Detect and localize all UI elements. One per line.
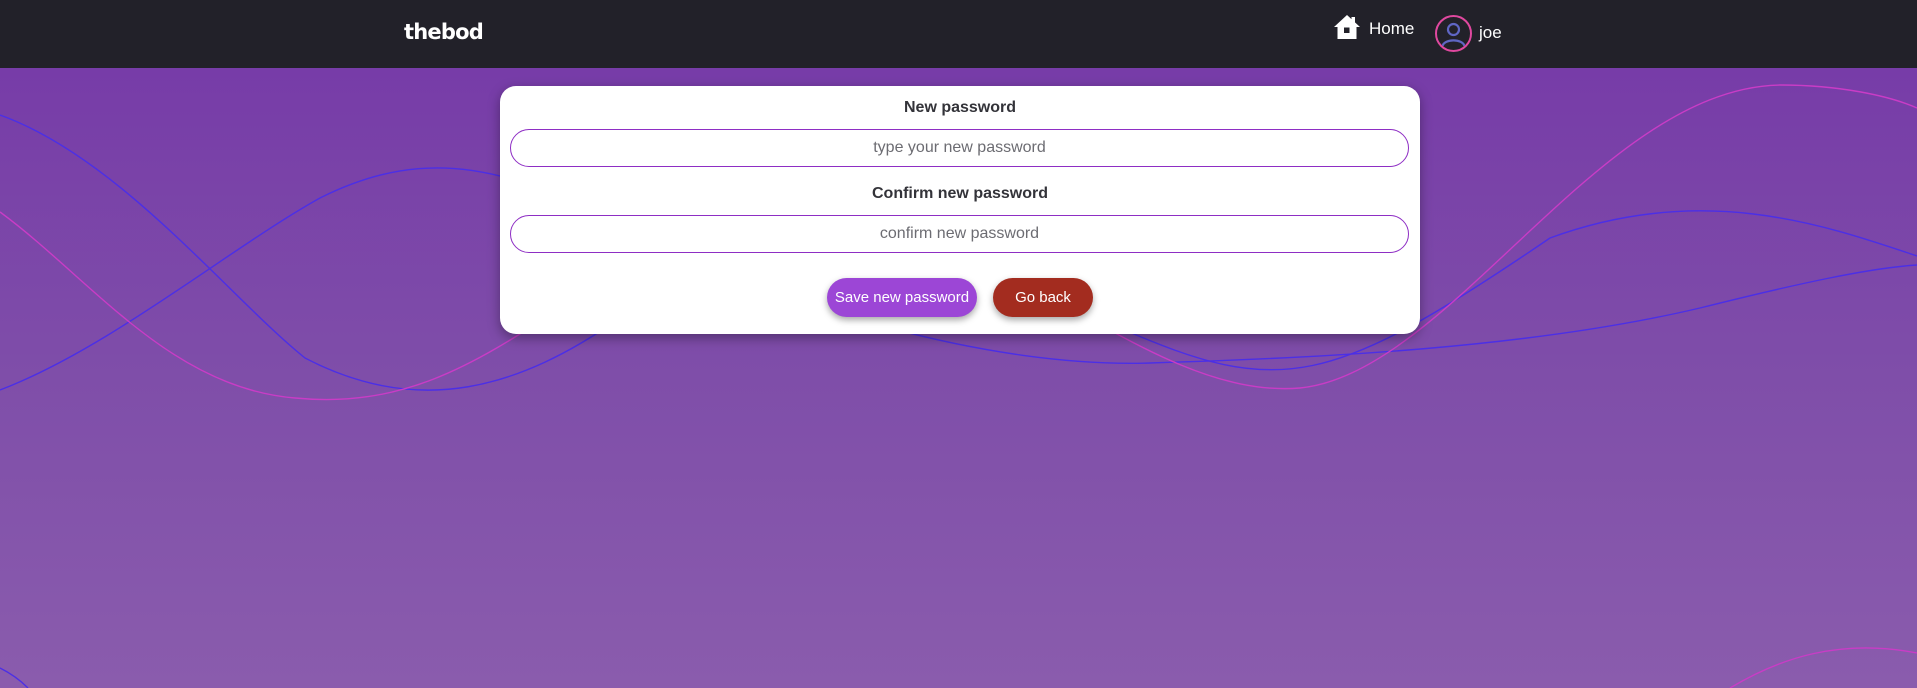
nav-user-menu[interactable]: joe (1435, 12, 1502, 54)
new-password-input[interactable] (510, 129, 1409, 167)
wave-line (1729, 647, 1917, 688)
save-password-button[interactable]: Save new password (827, 278, 977, 317)
wave-line (0, 667, 29, 688)
change-password-card: New password Confirm new password Save n… (500, 86, 1420, 334)
user-avatar-icon (1435, 14, 1472, 52)
nav-home-label: Home (1369, 19, 1415, 38)
confirm-password-label: Confirm new password (871, 185, 1049, 202)
house-icon (1333, 14, 1361, 45)
nav-home-link[interactable]: Home (1333, 14, 1415, 45)
go-back-button[interactable]: Go back (993, 278, 1093, 317)
new-password-label: New password (903, 99, 1017, 116)
confirm-password-input[interactable] (510, 215, 1409, 253)
user-name: joe (1479, 23, 1502, 42)
top-navbar: thebod Home joe (0, 0, 1917, 68)
brand-logo[interactable]: thebod (404, 20, 484, 44)
